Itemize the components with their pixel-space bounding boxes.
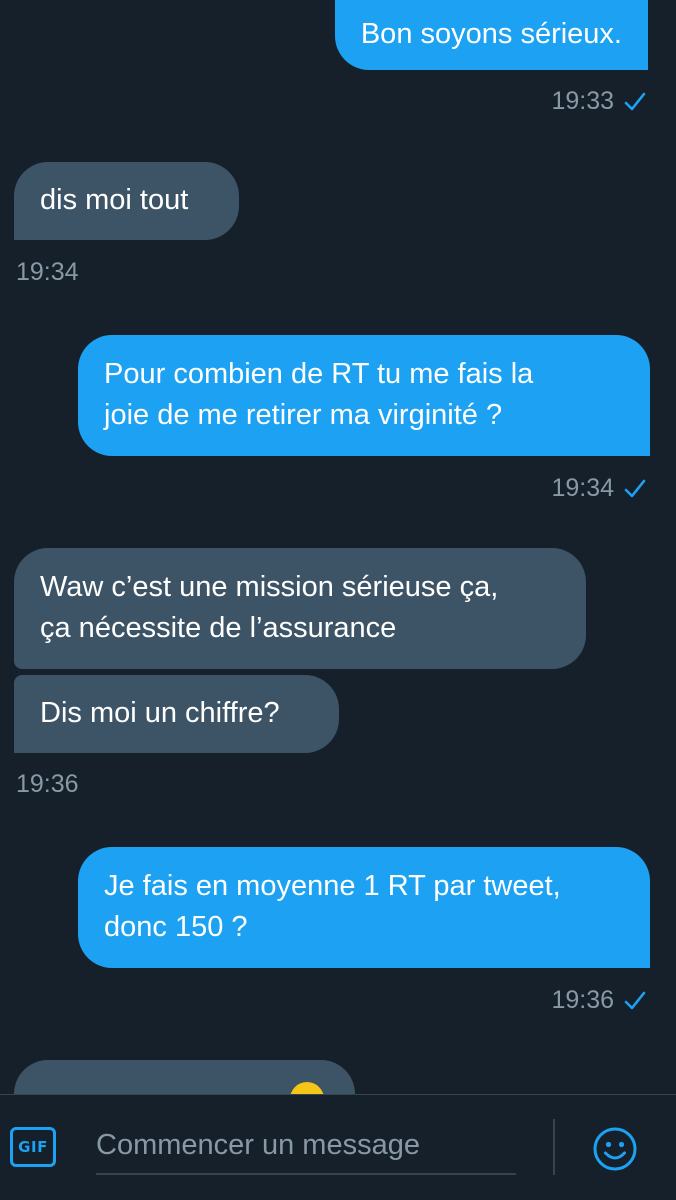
message-timestamp: 19:36 bbox=[551, 986, 614, 1014]
message-text: dis moi tout bbox=[40, 184, 189, 216]
message-text: donc 150 ? bbox=[104, 911, 248, 943]
sent-check-icon bbox=[624, 92, 646, 111]
message-text: Dis moi un chiffre? bbox=[40, 697, 280, 729]
smiley-icon[interactable] bbox=[592, 1126, 638, 1172]
message-text: ça nécessite de l’assurance bbox=[40, 612, 397, 644]
message-bubble-outgoing[interactable]: Pour combien de RT tu me fais la joie de… bbox=[78, 335, 650, 456]
message-bubble-incoming[interactable]: Dis moi un chiffre? bbox=[14, 675, 339, 753]
message-text: Waw c’est une mission sérieuse ça, bbox=[40, 571, 499, 603]
message-timestamp: 19:36 bbox=[16, 770, 79, 798]
message-bubble-incoming[interactable]: dis moi tout bbox=[14, 162, 239, 240]
message-text: joie de me retirer ma virginité ? bbox=[104, 399, 503, 431]
message-bubble-incoming[interactable]: Waw c’est une mission sérieuse ça, ça né… bbox=[14, 548, 586, 669]
message-bubble-outgoing[interactable]: Bon soyons sérieux. bbox=[334, 0, 648, 70]
conversation-thread: Bon soyons sérieux. 19:33 dis moi tout 1… bbox=[0, 0, 676, 1094]
message-input[interactable] bbox=[96, 1117, 516, 1175]
message-timestamp: 19:33 bbox=[551, 87, 614, 115]
composer-divider bbox=[553, 1119, 555, 1175]
gif-button[interactable]: GIF bbox=[10, 1127, 56, 1167]
message-text: Pour combien de RT tu me fais la bbox=[104, 358, 534, 390]
message-text: Je fais en moyenne 1 RT par tweet, bbox=[104, 870, 561, 902]
message-bubble-outgoing[interactable]: Je fais en moyenne 1 RT par tweet, donc … bbox=[78, 847, 650, 968]
message-composer: GIF bbox=[0, 1094, 676, 1200]
message-timestamp: 19:34 bbox=[16, 258, 79, 286]
sent-check-icon bbox=[624, 479, 646, 498]
message-text: Bon soyons sérieux. bbox=[360, 18, 622, 50]
sent-check-icon bbox=[624, 991, 646, 1010]
message-timestamp: 19:34 bbox=[551, 474, 614, 502]
